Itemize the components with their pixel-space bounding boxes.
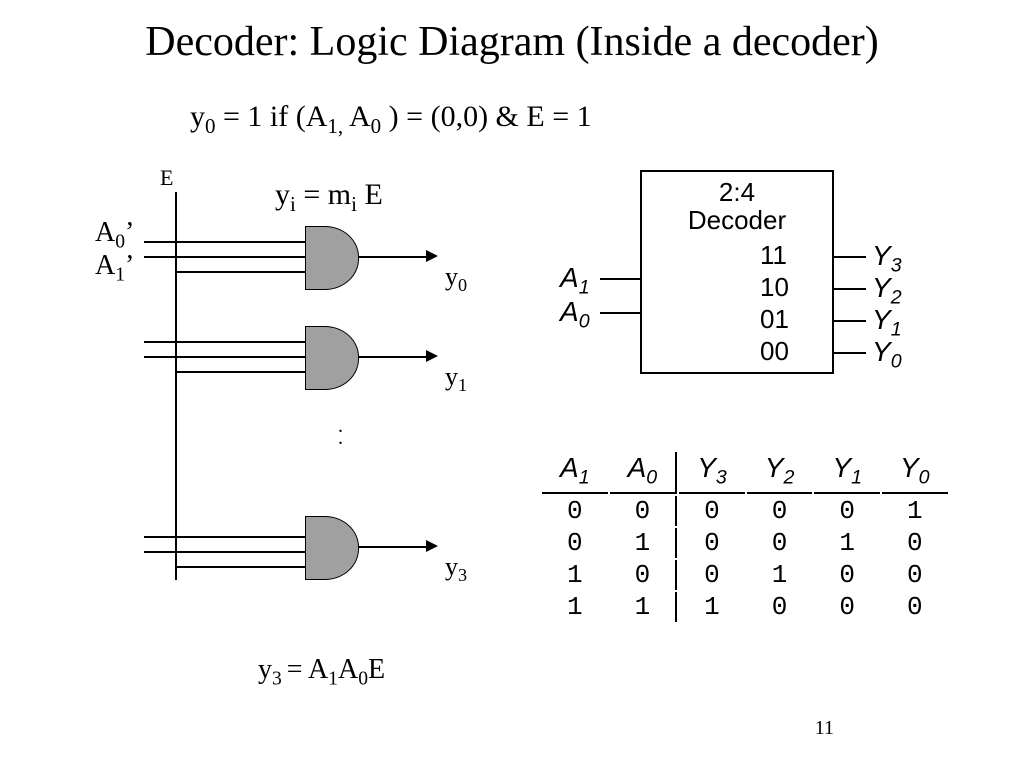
wire-decoder-y0 [832, 352, 866, 354]
truth-header: Y1 [814, 452, 880, 494]
wire-e-g3 [175, 566, 305, 568]
truth-header: Y2 [747, 452, 813, 494]
ellipsis-icon: .. [338, 420, 343, 444]
input-a0-prime-label: A0’ [95, 217, 134, 254]
table-row: 000001 [542, 496, 948, 526]
decoder-in-a1-label: A1 [560, 262, 590, 300]
truth-header: Y3 [679, 452, 745, 494]
wire-enable-vertical [175, 192, 177, 580]
page-number: 11 [815, 717, 834, 740]
and-gate-3 [305, 516, 359, 580]
arrow-y3-icon [426, 540, 438, 552]
wire-decoder-y3 [832, 256, 866, 258]
wire-e-g0 [175, 271, 305, 273]
input-a1-prime-label: A1’ [95, 250, 134, 287]
wire-in1-g3 [144, 536, 305, 538]
table-row: 100100 [542, 560, 948, 590]
enable-label: E [160, 165, 173, 191]
wire-in2-g1 [144, 356, 305, 358]
wire-decoder-y2 [832, 288, 866, 290]
wire-out-y3 [358, 546, 428, 548]
equation-yi: yi = mi E [275, 178, 383, 217]
and-gate-1 [305, 326, 359, 390]
truth-header: A1 [542, 452, 608, 494]
wire-out-y0 [358, 256, 428, 258]
decoder-block-title: 2:4 Decoder [642, 178, 832, 234]
equation-y3: y3 = A1A0E [258, 654, 385, 691]
wire-a0p-g0 [144, 241, 305, 243]
wire-e-g1 [175, 371, 305, 373]
and-gate-0 [305, 226, 359, 290]
truth-header: Y0 [882, 452, 948, 494]
wire-in1-g1 [144, 341, 305, 343]
wire-decoder-y1 [832, 320, 866, 322]
wire-a1p-g0 [144, 256, 305, 258]
table-row: 111000 [542, 592, 948, 622]
truth-header: A0 [610, 452, 678, 494]
output-y0-label: y0 [445, 262, 467, 296]
wire-in2-g3 [144, 551, 305, 553]
equation-y0: y0 = 1 if (A1, A0 ) = (0,0) & E = 1 [190, 100, 592, 139]
wire-out-y1 [358, 356, 428, 358]
wire-decoder-a0 [600, 312, 640, 314]
arrow-y1-icon [426, 350, 438, 362]
arrow-y0-icon [426, 250, 438, 262]
output-y1-label: y1 [445, 362, 467, 396]
decoder-out-y0-label: Y0 [872, 336, 902, 374]
truth-table: A1A0Y3Y2Y1Y0 000001010010100100111000 [540, 450, 950, 624]
table-row: 010010 [542, 528, 948, 558]
wire-decoder-a1 [600, 278, 640, 280]
output-y3-label: y3 [445, 552, 467, 586]
decoder-in-a0-label: A0 [560, 296, 590, 334]
slide-title: Decoder: Logic Diagram (Inside a decoder… [0, 18, 1024, 66]
